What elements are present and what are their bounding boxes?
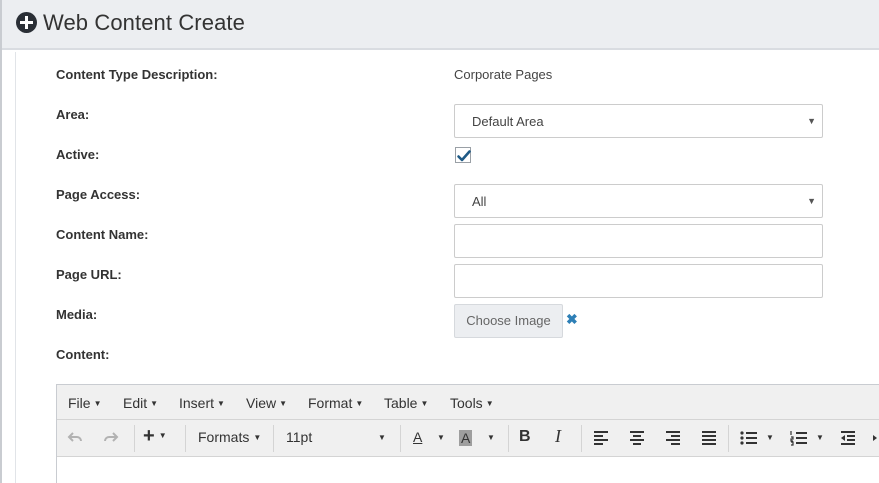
caret-down-icon: ▼ [355, 399, 364, 408]
caret-down-icon: ▼ [807, 196, 816, 206]
caret-down-icon[interactable]: ▼ [378, 429, 386, 445]
active-label: Active: [56, 147, 100, 162]
caret-down-icon[interactable]: ▼ [816, 429, 824, 445]
content-type-description-label: Content Type Description: [56, 67, 218, 82]
page-header: Web Content Create [2, 0, 879, 50]
insert-plus-button[interactable]: + ▼ [143, 425, 167, 448]
align-center-icon[interactable] [629, 430, 645, 449]
plus-icon: + [143, 425, 155, 447]
caret-down-icon: ▼ [253, 433, 262, 442]
plus-circle-icon [16, 12, 37, 33]
indent-icon[interactable] [872, 430, 879, 449]
caret-down-icon[interactable]: ▼ [766, 429, 774, 445]
page-access-select[interactable]: All ▼ [454, 184, 823, 218]
toolbar-separator [273, 425, 274, 452]
toolbar-separator [400, 425, 401, 452]
font-size-dropdown[interactable]: 11pt [286, 429, 312, 445]
content-type-description-value: Corporate Pages [454, 67, 553, 82]
active-checkbox[interactable] [455, 147, 471, 163]
page-access-select-value: All [472, 194, 487, 209]
menu-file[interactable]: File ▼ [68, 395, 101, 411]
page-url-label: Page URL: [56, 267, 122, 282]
menu-insert[interactable]: Insert ▼ [179, 395, 225, 411]
caret-down-icon: ▼ [485, 399, 494, 408]
close-icon[interactable]: ✖ [566, 311, 578, 328]
caret-down-icon: ▼ [420, 399, 429, 408]
toolbar-separator [185, 425, 186, 452]
area-select[interactable]: Default Area ▼ [454, 104, 823, 138]
editor-toolbar: + ▼ Formats ▼ 11pt ▼ A ▼ A ▼ B I ▼ ▼ [57, 420, 879, 457]
menu-edit[interactable]: Edit ▼ [123, 395, 158, 411]
align-left-icon[interactable] [593, 430, 609, 449]
toolbar-separator [134, 425, 135, 452]
menu-format[interactable]: Format ▼ [308, 395, 363, 411]
content-name-label: Content Name: [56, 227, 149, 242]
numbered-list-icon[interactable] [790, 430, 808, 449]
caret-down-icon[interactable]: ▼ [487, 429, 495, 445]
bold-button[interactable]: B [519, 428, 531, 446]
align-right-icon[interactable] [665, 430, 681, 449]
checkmark-icon [457, 150, 471, 162]
caret-down-icon: ▼ [217, 399, 225, 408]
caret-down-icon: ▼ [807, 116, 816, 126]
editor-content-area[interactable] [57, 457, 879, 483]
editor-menubar: File ▼ Edit ▼ Insert ▼ View ▼ Format ▼ Table ▼… [57, 385, 879, 420]
page-url-input[interactable] [454, 264, 823, 298]
caret-down-icon: ▼ [279, 399, 288, 408]
outdent-icon[interactable] [840, 430, 856, 449]
menu-view[interactable]: View ▼ [246, 395, 287, 411]
undo-icon[interactable] [67, 429, 83, 448]
menu-table[interactable]: Table ▼ [384, 395, 428, 411]
content-label: Content: [56, 347, 110, 362]
media-label: Media: [56, 307, 98, 322]
italic-button[interactable]: I [555, 426, 561, 447]
caret-down-icon[interactable]: ▼ [437, 429, 445, 445]
align-justify-icon[interactable] [701, 430, 717, 449]
left-edge [0, 0, 2, 483]
content-name-input[interactable] [454, 224, 823, 258]
caret-down-icon: ▼ [150, 399, 159, 408]
caret-down-icon: ▼ [158, 431, 167, 440]
text-color-button[interactable]: A [413, 429, 422, 445]
area-label: Area: [56, 107, 90, 122]
rich-text-editor: File ▼ Edit ▼ Insert ▼ View ▼ Format ▼ Table ▼… [56, 384, 879, 483]
toolbar-separator [508, 425, 509, 452]
caret-down-icon: ▼ [93, 399, 102, 408]
choose-image-button[interactable]: Choose Image [454, 304, 563, 338]
page-title: Web Content Create [43, 10, 245, 35]
bullet-list-icon[interactable] [740, 430, 758, 449]
menu-tools[interactable]: Tools ▼ [450, 395, 494, 411]
toolbar-separator [728, 425, 729, 452]
area-select-value: Default Area [472, 114, 544, 129]
page-access-label: Page Access: [56, 187, 141, 202]
formats-dropdown[interactable]: Formats ▼ [198, 429, 261, 445]
background-color-button[interactable]: A [459, 430, 473, 446]
redo-icon[interactable] [103, 429, 119, 448]
toolbar-separator [581, 425, 582, 452]
